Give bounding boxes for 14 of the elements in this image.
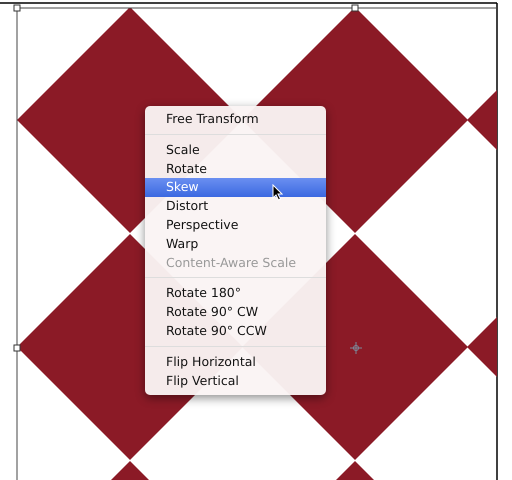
menu-item[interactable]: Skew — [145, 178, 326, 198]
menu-item[interactable]: Scale — [145, 140, 326, 160]
menu-item[interactable]: Distort — [145, 197, 326, 216]
menu-item[interactable]: Flip Vertical — [145, 372, 326, 390]
menu-item[interactable]: Free Transform — [145, 110, 326, 129]
crosshair-icon — [350, 342, 362, 354]
menu-item[interactable]: Rotate 180° — [145, 284, 326, 304]
menu-item[interactable]: Warp — [145, 234, 326, 254]
menu-item[interactable]: Rotate 90° CW — [145, 303, 326, 322]
menu-item[interactable]: Perspective — [145, 216, 326, 235]
cursor-icon — [272, 184, 283, 201]
menu-item[interactable]: Rotate — [145, 160, 326, 178]
menu-item[interactable]: Flip Horizontal — [145, 352, 326, 372]
menu-item[interactable]: Rotate 90° CCW — [145, 322, 326, 341]
